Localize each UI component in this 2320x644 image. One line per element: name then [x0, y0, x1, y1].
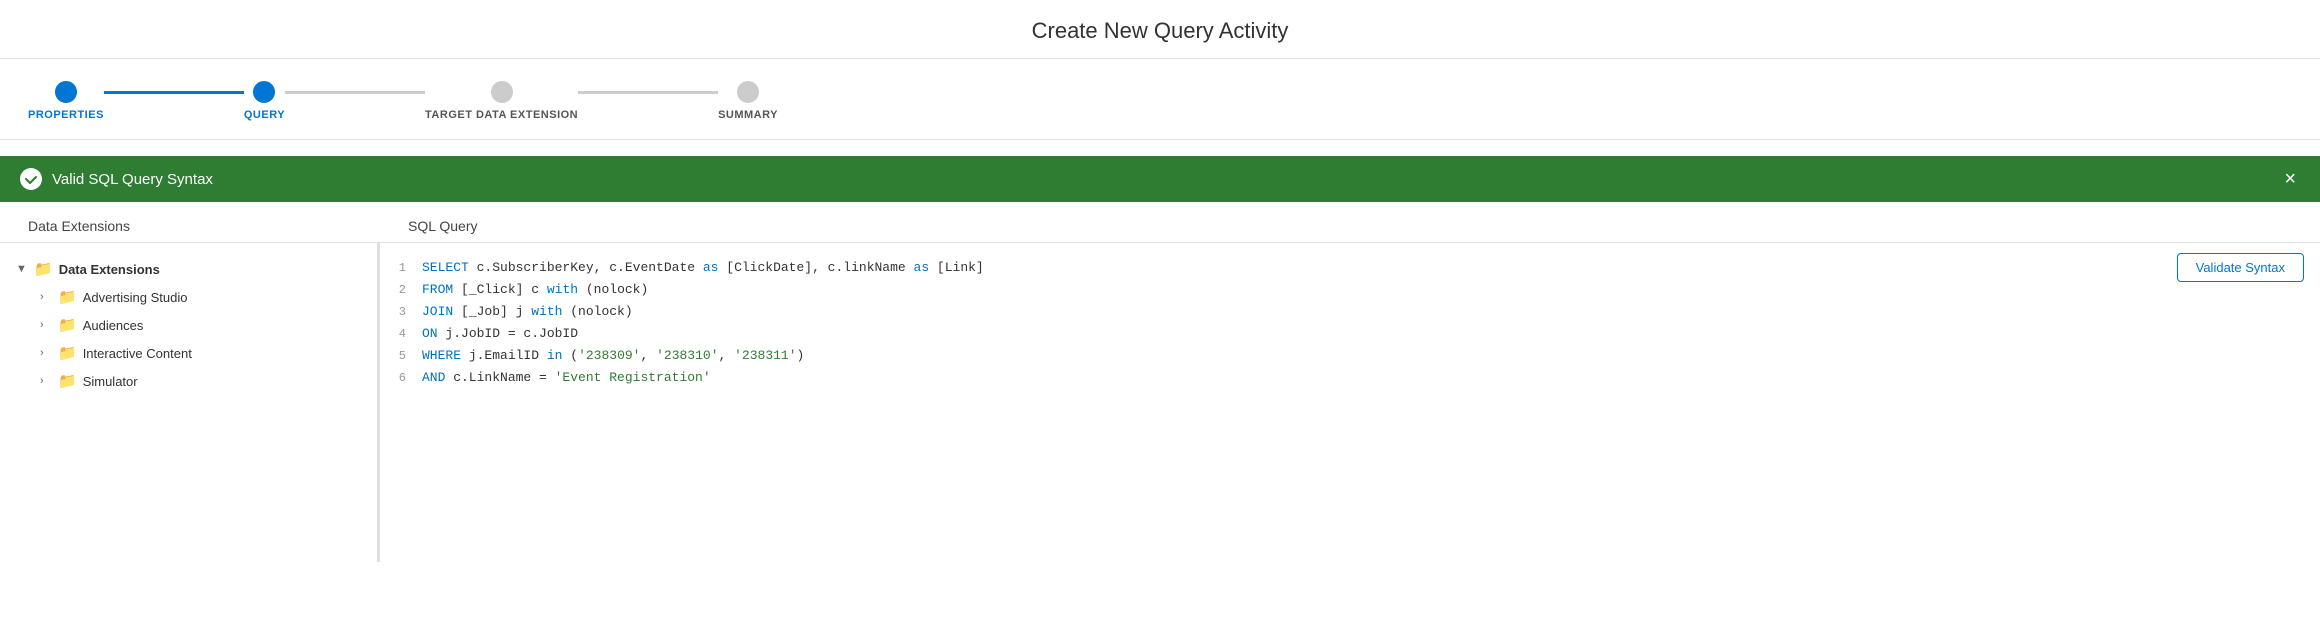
- data-extensions-panel[interactable]: ▼ 📁 Data Extensions › 📁 Advertising Stud…: [0, 243, 380, 562]
- connector-2: [285, 91, 425, 94]
- step-target-data-extension[interactable]: TARGET DATA EXTENSION: [425, 81, 578, 121]
- line-code-1: SELECT c.SubscriberKey, c.EventDate as […: [422, 257, 984, 279]
- step-circle-query: [253, 81, 275, 103]
- tree-label-root: Data Extensions: [59, 262, 160, 277]
- line-code-6: AND c.LinkName = 'Event Registration': [422, 367, 711, 389]
- tree-label-audiences: Audiences: [83, 318, 144, 333]
- sql-line-3: 3 JOIN [_Job] j with (nolock): [380, 301, 2320, 323]
- line-code-4: ON j.JobID = c.JobID: [422, 323, 578, 345]
- step-circle-target: [491, 81, 513, 103]
- page-title-bar: Create New Query Activity: [0, 0, 2320, 59]
- chevron-right-icon-simulator: ›: [40, 375, 52, 387]
- line-num-5: 5: [380, 346, 422, 366]
- folder-icon-advertising: 📁: [58, 288, 77, 306]
- stepper: PROPERTIES QUERY TARGET DATA EXTENSION S…: [0, 59, 2320, 140]
- folder-icon-audiences: 📁: [58, 316, 77, 334]
- connector-3: [578, 91, 718, 94]
- line-num-4: 4: [380, 324, 422, 344]
- chevron-right-icon: ›: [40, 291, 52, 303]
- tree-label-simulator: Simulator: [83, 374, 138, 389]
- step-label-properties: PROPERTIES: [28, 109, 104, 121]
- check-icon: [20, 168, 42, 190]
- folder-icon-interactive: 📁: [58, 344, 77, 362]
- tree-node-root[interactable]: ▼ 📁 Data Extensions: [0, 255, 377, 283]
- step-summary[interactable]: SUMMARY: [718, 81, 778, 121]
- line-code-5: WHERE j.EmailID in ('238309', '238310', …: [422, 345, 804, 367]
- line-num-3: 3: [380, 302, 422, 322]
- banner-message-area: Valid SQL Query Syntax: [20, 168, 213, 190]
- sql-query-panel[interactable]: Validate Syntax 1 SELECT c.SubscriberKey…: [380, 243, 2320, 562]
- main-content: Data Extensions SQL Query ▼ 📁 Data Exten…: [0, 202, 2320, 562]
- banner-text: Valid SQL Query Syntax: [52, 171, 213, 188]
- folder-icon-simulator: 📁: [58, 372, 77, 390]
- sql-line-6: 6 AND c.LinkName = 'Event Registration': [380, 367, 2320, 389]
- chevron-right-icon-audiences: ›: [40, 319, 52, 331]
- validate-syntax-button[interactable]: Validate Syntax: [2177, 253, 2304, 282]
- sql-line-4: 4 ON j.JobID = c.JobID: [380, 323, 2320, 345]
- sql-line-5: 5 WHERE j.EmailID in ('238309', '238310'…: [380, 345, 2320, 367]
- banner-close-button[interactable]: ×: [2280, 169, 2300, 189]
- validate-btn-area: Validate Syntax: [2177, 253, 2304, 282]
- step-circle-summary: [737, 81, 759, 103]
- tree-node-simulator[interactable]: › 📁 Simulator: [0, 367, 377, 395]
- step-label-target: TARGET DATA EXTENSION: [425, 109, 578, 121]
- line-num-6: 6: [380, 368, 422, 388]
- sql-editor[interactable]: 1 SELECT c.SubscriberKey, c.EventDate as…: [380, 243, 2320, 404]
- step-circle-properties: [55, 81, 77, 103]
- connector-1: [104, 91, 244, 94]
- chevron-right-icon-interactive: ›: [40, 347, 52, 359]
- line-num-2: 2: [380, 280, 422, 300]
- folder-icon: 📁: [34, 260, 53, 278]
- column-labels: Data Extensions SQL Query: [0, 202, 2320, 242]
- left-panel-label: Data Extensions: [28, 218, 408, 234]
- right-panel-label: SQL Query: [408, 218, 2292, 234]
- line-code-2: FROM [_Click] c with (nolock): [422, 279, 648, 301]
- page-title: Create New Query Activity: [0, 18, 2320, 44]
- tree-node-audiences[interactable]: › 📁 Audiences: [0, 311, 377, 339]
- sql-line-2: 2 FROM [_Click] c with (nolock): [380, 279, 2320, 301]
- step-properties[interactable]: PROPERTIES: [28, 81, 104, 121]
- two-col-layout: ▼ 📁 Data Extensions › 📁 Advertising Stud…: [0, 242, 2320, 562]
- step-query[interactable]: QUERY: [244, 81, 285, 121]
- chevron-down-icon: ▼: [16, 263, 28, 275]
- tree-node-advertising-studio[interactable]: › 📁 Advertising Studio: [0, 283, 377, 311]
- sql-line-1: 1 SELECT c.SubscriberKey, c.EventDate as…: [380, 257, 2320, 279]
- line-num-1: 1: [380, 258, 422, 278]
- valid-sql-banner: Valid SQL Query Syntax ×: [0, 156, 2320, 202]
- line-code-3: JOIN [_Job] j with (nolock): [422, 301, 633, 323]
- step-label-summary: SUMMARY: [718, 109, 778, 121]
- tree-label-interactive-content: Interactive Content: [83, 346, 192, 361]
- tree-label-advertising-studio: Advertising Studio: [83, 290, 188, 305]
- tree-node-interactive-content[interactable]: › 📁 Interactive Content: [0, 339, 377, 367]
- step-label-query: QUERY: [244, 109, 285, 121]
